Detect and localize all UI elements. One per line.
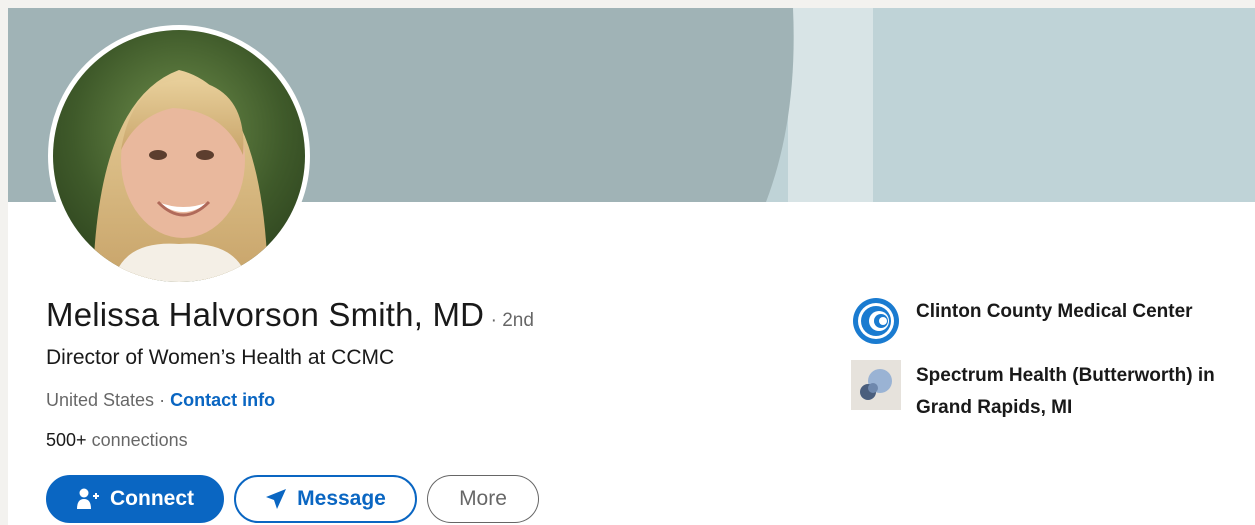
profile-photo[interactable] — [48, 25, 310, 287]
profile-headline: Director of Women’s Health at CCMC — [46, 346, 395, 369]
send-icon — [265, 488, 287, 510]
org-name: Clinton County Medical Center — [916, 301, 1193, 322]
message-label: Message — [297, 487, 386, 510]
profile-location: United States — [46, 390, 155, 410]
spectrum-logo-icon — [851, 360, 901, 410]
separator-dot: · — [159, 390, 166, 410]
connect-button[interactable]: Connect — [46, 475, 224, 523]
location-row: United States · Contact info — [46, 390, 275, 411]
profile-actions: Connect Message More — [46, 475, 539, 523]
add-person-icon — [76, 488, 100, 510]
profile-name: Melissa Halvorson Smith, MD — [46, 296, 485, 333]
org-name: Spectrum Health (Butterworth) in Grand R… — [916, 365, 1215, 418]
connections-label: connections — [91, 430, 188, 450]
profile-card: Melissa Halvorson Smith, MD · 2nd Direct… — [8, 8, 1255, 525]
contact-info-link[interactable]: Contact info — [170, 390, 275, 410]
connections-count: 500+ — [46, 430, 87, 450]
profile-organizations: Clinton County Medical Center Spectrum H… — [851, 296, 1231, 438]
message-button[interactable]: Message — [234, 475, 417, 523]
more-label: More — [459, 487, 507, 510]
connection-degree: · 2nd — [490, 310, 534, 331]
more-button[interactable]: More — [427, 475, 539, 523]
ccmc-logo-icon — [851, 296, 901, 346]
org-item-spectrum[interactable]: Spectrum Health (Butterworth) in Grand R… — [851, 360, 1231, 424]
connect-label: Connect — [110, 487, 194, 510]
connections-row[interactable]: 500+ connections — [46, 430, 188, 451]
name-row: Melissa Halvorson Smith, MD · 2nd — [46, 296, 534, 334]
org-item-ccmc[interactable]: Clinton County Medical Center — [851, 296, 1231, 346]
